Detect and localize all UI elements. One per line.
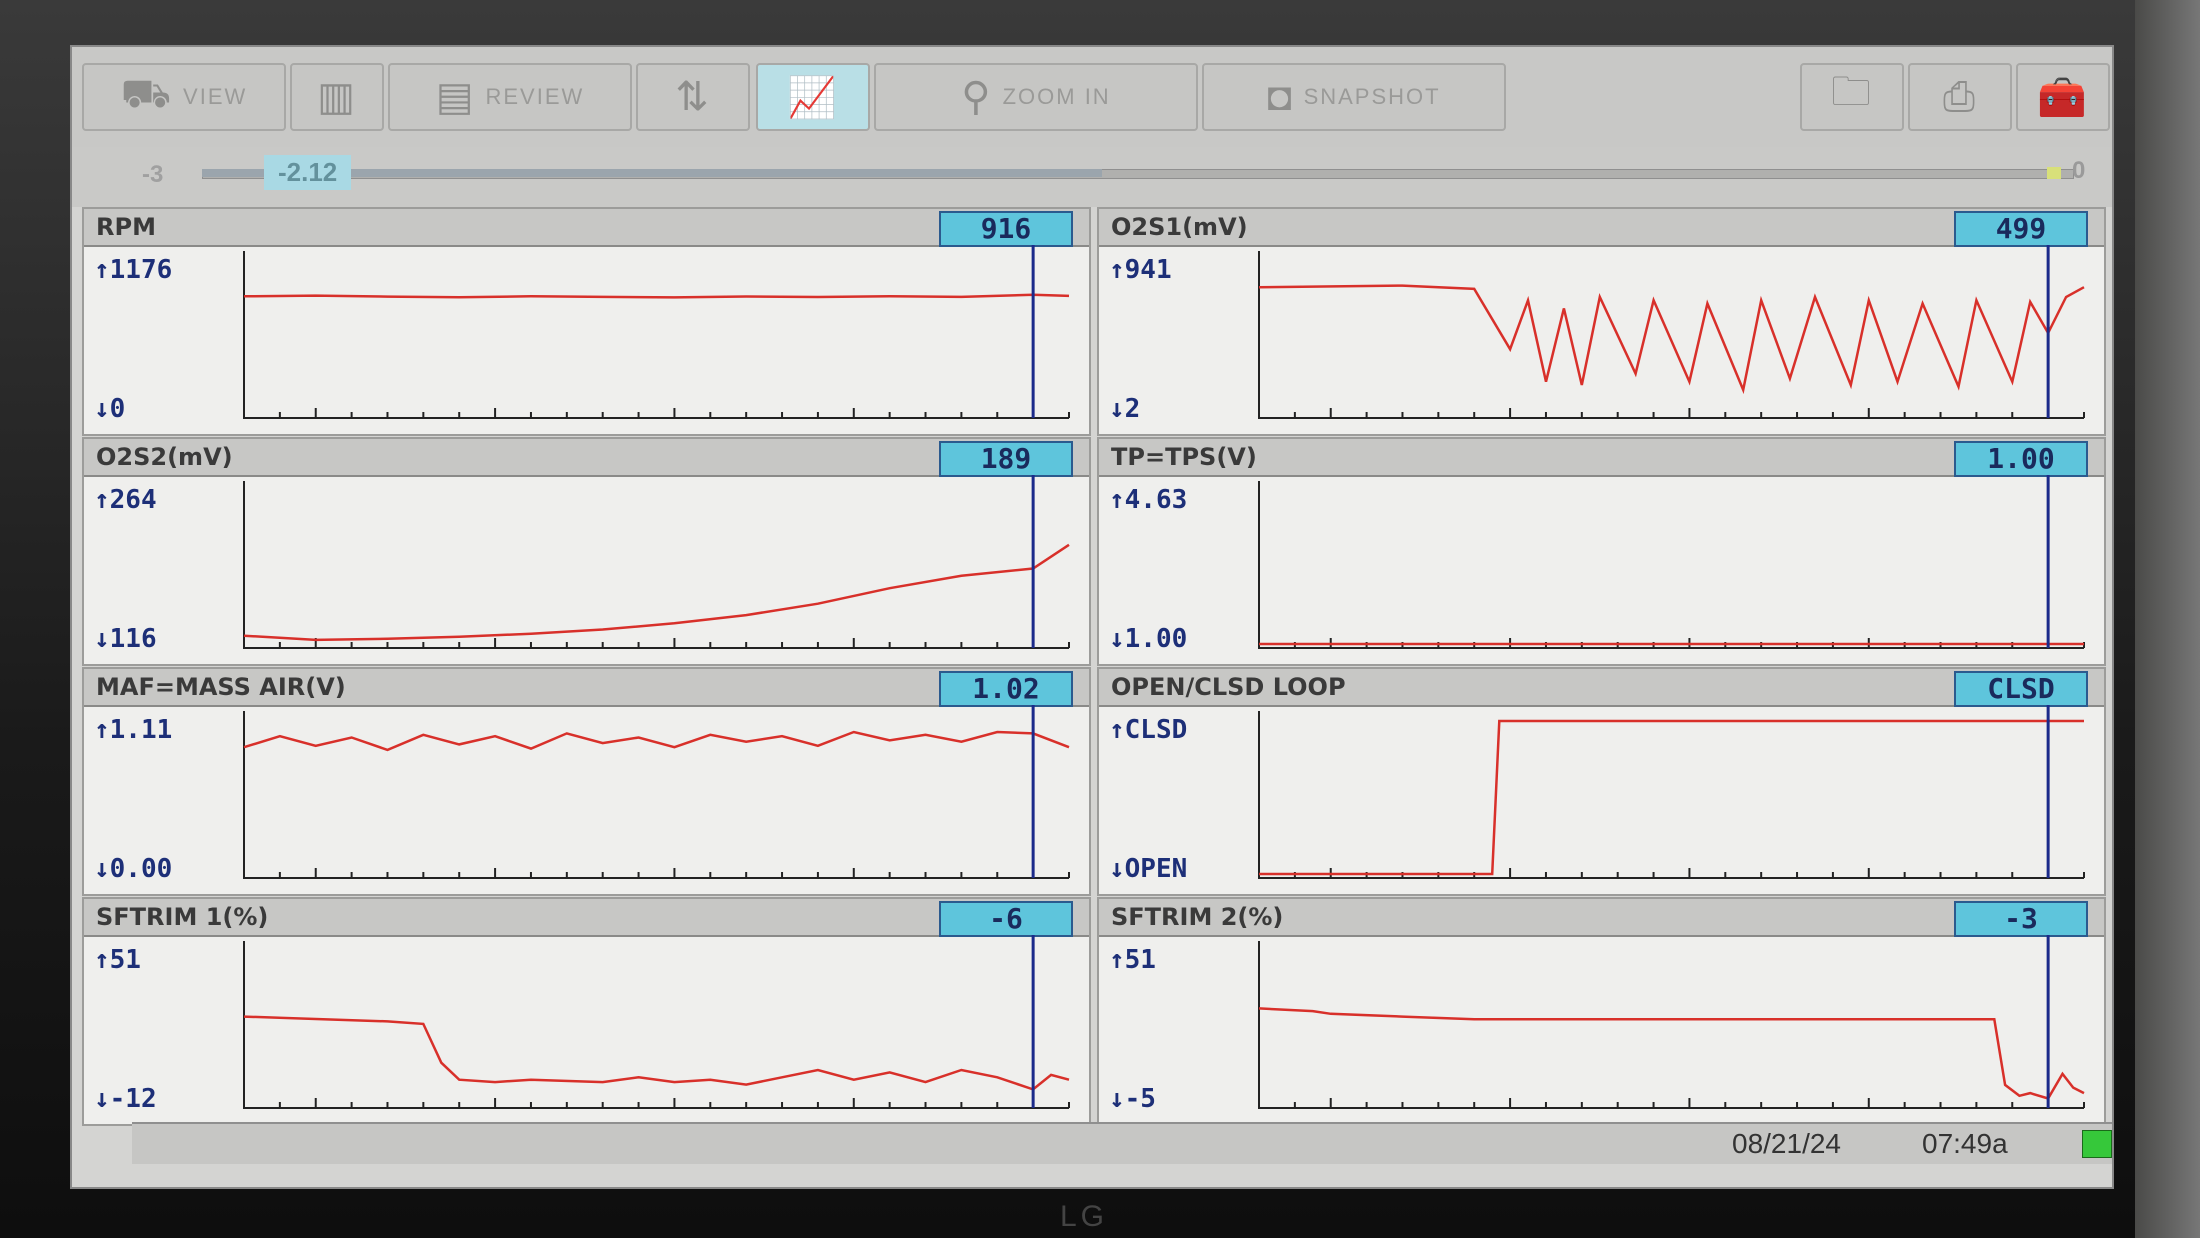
plot-panel-o2s1[interactable]: O2S1(mV) 499 ↑941 ↓2 bbox=[1097, 207, 2106, 436]
view-label: VIEW bbox=[183, 84, 248, 109]
series-line bbox=[1258, 284, 2085, 395]
plot-panel-sftrim2[interactable]: SFTRIM 2(%) -3 ↑51 ↓-5 bbox=[1097, 897, 2106, 1126]
plot-axes bbox=[243, 711, 1069, 879]
toolbar: ⛟ VIEW ▥ ▤ REVIEW ⇅ 📈 ⚲ ZOOM In ◘ SNAPSH… bbox=[72, 47, 2112, 147]
plot-svg bbox=[243, 245, 1070, 419]
slider-max: 0 bbox=[2072, 157, 2086, 184]
plots-area: RPM 916 ↑1176 ↓0 O2S1(mV) 499 ↑941 ↓2 O2S2(mV) 18… bbox=[72, 207, 2112, 1187]
plot-panel-loop[interactable]: OPEN/CLSD LOOP CLSD ↑CLSD ↓OPEN bbox=[1097, 667, 2106, 896]
plot-axes bbox=[1258, 481, 2084, 649]
slider-min: -3 bbox=[142, 161, 164, 188]
plot-panel-o2s2[interactable]: O2S2(mV) 189 ↑264 ↓116 bbox=[82, 437, 1091, 666]
plot-panel-rpm[interactable]: RPM 916 ↑1176 ↓0 bbox=[82, 207, 1091, 436]
review-label: REVIEW bbox=[485, 84, 585, 109]
slider-handle[interactable]: -2.12 bbox=[264, 155, 352, 190]
cursor-value-badge: -3 bbox=[1954, 901, 2088, 937]
series-line bbox=[1258, 1007, 2085, 1100]
zoom-in-label: ZOOM In bbox=[1002, 84, 1111, 109]
plot-svg bbox=[243, 935, 1070, 1109]
plot-panel-tps[interactable]: TP=TPS(V) 1.00 ↑4.63 ↓1.00 bbox=[1097, 437, 2106, 666]
monitor-side bbox=[2135, 0, 2200, 1238]
status-time: 07:49a bbox=[1922, 1128, 2008, 1159]
plot-panel-sftrim1[interactable]: SFTRIM 1(%) -6 ↑51 ↓-12 bbox=[82, 897, 1091, 1126]
folder-button[interactable]: 🗀 bbox=[1800, 63, 1904, 131]
status-date: 08/21/24 bbox=[1732, 1128, 1841, 1159]
plot-axes bbox=[1258, 251, 2084, 419]
columns-button[interactable]: ▥ bbox=[290, 63, 384, 131]
scan-tool-screen: ⛟ VIEW ▥ ▤ REVIEW ⇅ 📈 ⚲ ZOOM In ◘ SNAPSH… bbox=[70, 45, 2114, 1189]
cursor-value-badge: CLSD bbox=[1954, 671, 2088, 707]
series-line bbox=[243, 730, 1070, 752]
graph-mode-button[interactable]: 📈 bbox=[756, 63, 870, 131]
cursor-value-badge: -6 bbox=[939, 901, 1073, 937]
folder-icon: 🗀 bbox=[1831, 70, 1873, 114]
zoom-in-button[interactable]: ⚲ ZOOM In bbox=[874, 63, 1198, 131]
toolbox-icon: 🧰 bbox=[2037, 75, 2089, 120]
series-line bbox=[243, 543, 1070, 642]
cursor-value-badge: 916 bbox=[939, 211, 1073, 247]
plot-axes bbox=[1258, 711, 2084, 879]
review-icon: ▤ bbox=[435, 75, 476, 119]
toolbox-button[interactable]: 🧰 bbox=[2016, 63, 2110, 131]
cursor-value-badge: 499 bbox=[1954, 211, 2088, 247]
cursor-value-badge: 1.02 bbox=[939, 671, 1073, 707]
view-icon: ⛟ bbox=[120, 72, 174, 116]
graph-mode-icon: 📈 bbox=[787, 75, 839, 120]
view-button[interactable]: ⛟ VIEW bbox=[82, 63, 286, 131]
plot-svg bbox=[1258, 245, 2085, 419]
sort-icon: ⇅ bbox=[675, 75, 711, 119]
plot-axes bbox=[243, 481, 1069, 649]
series-line bbox=[1259, 719, 2084, 876]
series-line bbox=[243, 293, 1070, 299]
printer-icon: ⎙ bbox=[1943, 74, 1977, 119]
plot-svg bbox=[1258, 475, 2085, 649]
snapshot-button[interactable]: ◘ SNAPSHOT bbox=[1202, 63, 1506, 131]
plot-svg bbox=[243, 705, 1070, 879]
plot-axes bbox=[243, 941, 1069, 1109]
plot-svg bbox=[1258, 935, 2085, 1109]
printer-button[interactable]: ⎙ bbox=[1908, 63, 2012, 131]
monitor-brand-logo: LG bbox=[1060, 1200, 1109, 1233]
plot-panel-maf[interactable]: MAF=MASS AIR(V) 1.02 ↑1.11 ↓0.00 bbox=[82, 667, 1091, 896]
plot-axes bbox=[1258, 941, 2084, 1109]
plot-svg bbox=[243, 475, 1070, 649]
plot-axes bbox=[243, 251, 1069, 419]
sort-button[interactable]: ⇅ bbox=[636, 63, 750, 131]
plot-svg bbox=[1258, 705, 2085, 879]
snapshot-label: SNAPSHOT bbox=[1303, 84, 1441, 109]
zoom-in-icon: ⚲ bbox=[961, 75, 993, 119]
snapshot-icon: ◘ bbox=[1267, 74, 1294, 119]
time-slider[interactable]: -3 -2.12 0 bbox=[72, 147, 2112, 207]
series-line bbox=[243, 1015, 1070, 1091]
cursor-value-badge: 189 bbox=[939, 441, 1073, 477]
slider-end-marker bbox=[2047, 167, 2061, 179]
review-button[interactable]: ▤ REVIEW bbox=[388, 63, 632, 131]
connection-indicator-icon bbox=[2082, 1130, 2112, 1158]
columns-icon: ▥ bbox=[317, 75, 357, 119]
cursor-value-badge: 1.00 bbox=[1954, 441, 2088, 477]
status-bar: 08/21/24 07:49a bbox=[132, 1122, 2112, 1164]
